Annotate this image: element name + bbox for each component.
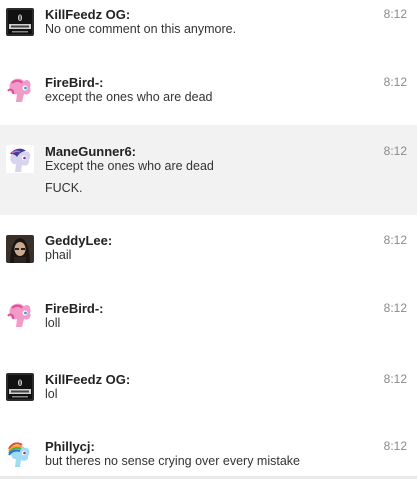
message-text: lol — [45, 387, 58, 401]
message-author[interactable]: ManeGunner6: — [45, 144, 136, 159]
chat-message: Phillycj: 8:12 but theres no sense cryin… — [0, 425, 417, 476]
svg-text:0: 0 — [18, 378, 23, 388]
message-timestamp: 8:12 — [383, 75, 407, 89]
message-author[interactable]: FireBird-: — [45, 75, 104, 90]
message-timestamp: 8:12 — [383, 7, 407, 21]
message-text: Except the ones who are dead — [45, 159, 214, 173]
svg-text:0: 0 — [18, 13, 23, 23]
message-author[interactable]: Phillycj: — [45, 439, 95, 454]
message-text: No one comment on this anymore. — [45, 22, 237, 36]
chat-message: GeddyLee: 8:12 phail — [0, 215, 417, 285]
message-timestamp: 8:12 — [383, 233, 407, 247]
pink-pony-icon[interactable] — [6, 76, 34, 104]
purple-pony-icon[interactable] — [6, 145, 34, 173]
chat-message: 0 KillFeedz OG: 8:12 No one comment on t… — [0, 0, 417, 60]
message-text: phail — [45, 248, 72, 262]
message-text: FUCK. — [45, 181, 83, 195]
message-text: loll — [45, 316, 61, 330]
chat-message: FireBird-: 8:12 loll — [0, 285, 417, 360]
black-ops-logo-icon[interactable]: 0 — [6, 8, 34, 36]
chat-message: ManeGunner6: 8:12 Except the ones who ar… — [0, 125, 417, 215]
person-photo-icon[interactable] — [6, 235, 34, 263]
chat-message: 0 KillFeedz OG: 8:12 lol — [0, 360, 417, 425]
message-author[interactable]: FireBird-: — [45, 301, 104, 316]
pink-pony-icon[interactable] — [6, 301, 34, 329]
message-timestamp: 8:12 — [383, 439, 407, 453]
message-text: except the ones who are dead — [45, 90, 213, 104]
message-timestamp: 8:12 — [383, 372, 407, 386]
message-timestamp: 8:12 — [383, 144, 407, 158]
message-timestamp: 8:12 — [383, 301, 407, 315]
rainbow-pony-icon[interactable] — [6, 440, 34, 468]
black-ops-logo-icon[interactable]: 0 — [6, 373, 34, 401]
chat-message: FireBird-: 8:12 except the ones who are … — [0, 60, 417, 125]
message-text: but theres no sense crying over every mi… — [45, 454, 300, 468]
message-author[interactable]: KillFeedz OG: — [45, 7, 130, 22]
message-author[interactable]: GeddyLee: — [45, 233, 112, 248]
chat-feed: 0 KillFeedz OG: 8:12 No one comment on t… — [0, 0, 417, 479]
message-author[interactable]: KillFeedz OG: — [45, 372, 130, 387]
